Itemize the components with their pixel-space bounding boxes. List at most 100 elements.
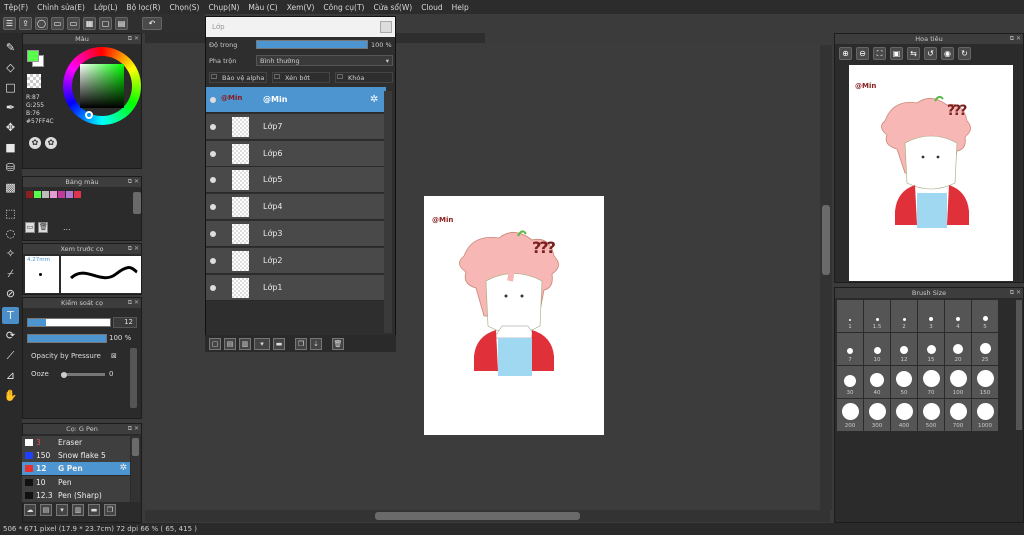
brush-list-item[interactable]: 10 Pen [22, 475, 130, 489]
brush-size-option[interactable]: 4 [945, 300, 971, 332]
panel-close-icon[interactable]: ⧉ ✕ [1010, 288, 1021, 298]
duplicate-layer-icon[interactable]: ❐ [295, 337, 307, 350]
gradient-tool-icon[interactable]: ▩ [2, 179, 19, 196]
rectangle-tool-icon[interactable]: ■ [2, 139, 19, 156]
panel-close-icon[interactable]: ⧉ ✕ [1010, 34, 1021, 44]
blend-mode-select[interactable]: Bình thường ▾ [256, 55, 393, 66]
visibility-icon[interactable] [210, 150, 216, 157]
select-eraser-icon[interactable]: ⊘ [2, 285, 19, 302]
undo-icon[interactable]: ↶ [142, 17, 162, 30]
merge-layer-icon[interactable]: ⇣ [310, 337, 322, 350]
protect-alpha-checkbox[interactable]: ☐ Bảo vệ alpha [209, 72, 267, 83]
brush-import-icon[interactable]: ▥ [72, 504, 84, 516]
brush-size-option[interactable]: 500 [918, 399, 944, 431]
new-layer-icon[interactable]: ▢ [209, 337, 221, 350]
select-pen-icon[interactable]: ⌿ [2, 265, 19, 282]
brush-new-icon[interactable]: ▤ [40, 504, 52, 516]
brush-size-option[interactable]: 100 [945, 366, 971, 398]
menu-item[interactable]: Cloud [421, 3, 442, 12]
layer-row[interactable]: Lớp3 [206, 221, 386, 247]
window-icon[interactable]: ▢ [99, 17, 112, 30]
brush-size-option[interactable]: 400 [891, 399, 917, 431]
brush-size-option[interactable]: 10 [864, 333, 890, 365]
document-canvas[interactable]: @Min ??? [424, 196, 604, 435]
eraser-tool-icon[interactable]: ◇ [2, 59, 19, 76]
grid-icon[interactable]: ▦ [83, 17, 96, 30]
brush-add-icon[interactable]: ☁ [24, 504, 36, 516]
text-tool-icon[interactable]: T [2, 307, 19, 324]
palette-swatch[interactable] [66, 191, 73, 198]
hue-wheel[interactable] [63, 47, 141, 125]
panel-close-icon[interactable]: ⧉ ✕ [128, 177, 139, 187]
layer-settings-icon[interactable]: ✲ [370, 94, 378, 105]
brush-list-scrollbar[interactable] [131, 436, 140, 502]
menu-item[interactable]: Công cụ(T) [323, 3, 364, 12]
shape-tool-icon[interactable]: □ [2, 79, 19, 96]
brush-size-option[interactable]: 25 [972, 333, 998, 365]
visibility-icon[interactable] [210, 204, 216, 211]
transparent-color-swatch[interactable] [27, 74, 41, 88]
panel-close-icon[interactable]: ⧉ ✕ [128, 298, 139, 308]
brush-size-option[interactable]: 1 [837, 300, 863, 332]
new-8bit-layer-icon[interactable]: ▥ [239, 337, 251, 350]
layer-row[interactable]: @Min @Min [206, 87, 386, 113]
panel-close-icon[interactable]: ⧉ ✕ [128, 424, 139, 434]
brush-menu-icon[interactable]: ▾ [56, 504, 68, 516]
chat-icon[interactable]: ◯ [35, 17, 48, 30]
brush-size-value[interactable]: 12 [113, 317, 137, 328]
visibility-icon[interactable] [210, 97, 216, 103]
brush-size-option[interactable]: 300 [864, 399, 890, 431]
hue-handle[interactable] [85, 111, 93, 119]
canvas-vertical-scrollbar[interactable] [820, 45, 832, 510]
brush-size-option[interactable]: 7 [837, 333, 863, 365]
navigator-preview[interactable]: @Min ??? [849, 65, 1013, 281]
add-layer-menu-icon[interactable]: ▾ [254, 337, 270, 350]
reset-rotation-icon[interactable]: ◉ [941, 47, 954, 60]
panel-close-icon[interactable]: ⧉ ✕ [128, 34, 139, 44]
zoom-in-icon[interactable]: ⊕ [839, 47, 852, 60]
layer-opacity-slider[interactable] [256, 40, 368, 49]
layer-folder-icon[interactable]: ▬ [273, 337, 285, 350]
zoom-out-icon[interactable]: ⊖ [856, 47, 869, 60]
fit-icon[interactable]: ⛶ [873, 47, 886, 60]
brush-list-item[interactable]: 12.3 Pen (Sharp) [22, 488, 130, 502]
palette-swatch[interactable] [34, 191, 41, 198]
new-palette-icon[interactable]: ▭ [25, 222, 35, 233]
close-icon[interactable] [380, 21, 392, 33]
palette-swatch[interactable] [26, 191, 33, 198]
layer-row[interactable]: Lớp1 [206, 274, 386, 301]
menu-icon[interactable]: ☰ [3, 17, 16, 30]
palette-more[interactable]: ... [63, 223, 71, 232]
brush-size-option[interactable]: 50 [891, 366, 917, 398]
layer-row[interactable]: Lớp5 [206, 167, 386, 194]
hand-tool-icon[interactable]: ✋ [2, 387, 19, 404]
visibility-icon[interactable] [210, 257, 216, 264]
menu-item[interactable]: Cửa sổ(W) [373, 3, 412, 12]
brush-size-option[interactable]: 5 [972, 300, 998, 332]
brush-size-option[interactable]: 12 [891, 333, 917, 365]
palette-swatch[interactable] [74, 191, 81, 198]
visibility-icon[interactable] [210, 177, 216, 184]
brush-size-option[interactable]: 30 [837, 366, 863, 398]
delete-layer-icon[interactable]: 🗑 [332, 337, 344, 350]
color-settings-icon[interactable]: ✿ [45, 137, 57, 149]
layer-row[interactable]: Lớp2 [206, 247, 386, 274]
menu-item[interactable]: Lớp(L) [94, 3, 118, 12]
menu-item[interactable]: Xem(V) [287, 3, 315, 12]
menu-item[interactable]: Bộ lọc(R) [127, 3, 161, 12]
pressure-toggle-icon[interactable]: ⊠ [111, 352, 117, 360]
brush-tool-icon[interactable]: ✎ [2, 39, 19, 56]
brush-size-scrollbar[interactable] [1016, 300, 1022, 430]
brush-settings-icon[interactable]: ✲ [119, 463, 127, 473]
brush-list-item[interactable]: 3 Eraser [22, 436, 130, 449]
menu-item[interactable]: Chụp(N) [208, 3, 239, 12]
ooze-slider[interactable] [61, 371, 105, 378]
divide-tool-icon[interactable]: ⟳ [2, 327, 19, 344]
palette-scrollbar[interactable] [133, 192, 141, 214]
brush-list-item[interactable]: 12 G Pen ✲ [22, 462, 130, 476]
brush-size-slider[interactable] [27, 318, 111, 327]
fill-tool-icon[interactable]: ⛁ [2, 159, 19, 176]
delete-palette-icon[interactable]: 🗑 [38, 222, 48, 233]
brush-size-option[interactable]: 150 [972, 366, 998, 398]
foreground-color-chip[interactable] [27, 50, 39, 62]
